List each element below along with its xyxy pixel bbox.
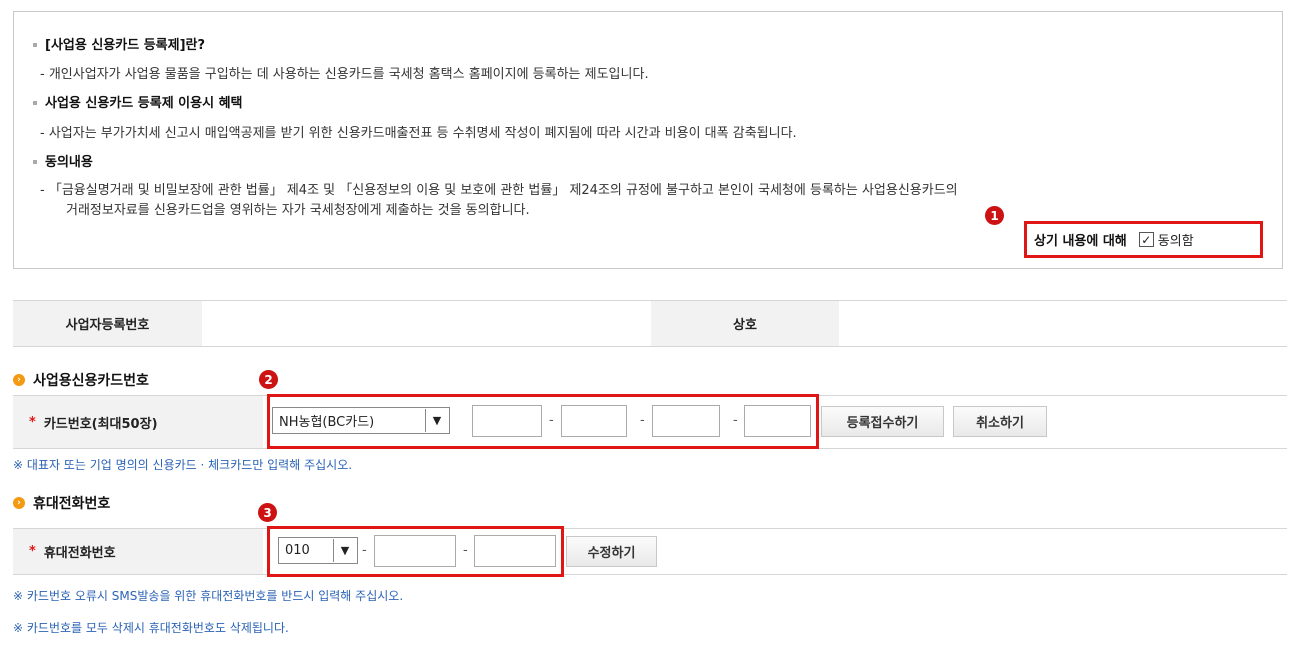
business-info-row: 사업자등록번호 상호 (13, 300, 1287, 347)
card-note: ※ 대표자 또는 기업 명의의 신용카드 · 체크카드만 입력해 주십시오. (13, 458, 353, 472)
card-dash-2: - (640, 413, 645, 428)
card-number-input-4[interactable] (744, 405, 811, 437)
card-number-input-3[interactable] (652, 405, 720, 437)
phone-note-2: ※ 카드번호를 모두 삭제시 휴대전화번호도 삭제됩니다. (13, 621, 289, 635)
card-number-label: * 카드번호(최대50장) (13, 396, 263, 448)
agree-check-label[interactable]: 동의함 (1158, 230, 1194, 249)
phone-dash-2: - (463, 543, 468, 558)
consent-text-line-1: - 「금융실명거래 및 비밀보장에 관한 법률」 제4조 및 「신용정보의 이용… (40, 183, 958, 198)
orange-circle-arrow-icon: › (13, 374, 25, 386)
card-dash-1: - (549, 413, 554, 428)
phone-label: * 휴대전화번호 (13, 529, 263, 574)
agree-checkbox[interactable]: ✓ (1138, 232, 1154, 247)
business-name-value (839, 301, 1287, 346)
phone-last-input[interactable] (474, 535, 556, 567)
step-badge-2: 2 (259, 370, 278, 389)
step-badge-3: 3 (258, 503, 277, 522)
chevron-down-icon: ▼ (425, 409, 448, 432)
card-company-select[interactable]: NH농협(BC카드) ▼ (272, 407, 450, 434)
phone-prefix-select[interactable]: 010 ▼ (278, 537, 358, 564)
chevron-down-icon: ▼ (333, 539, 356, 562)
intro-heading-1: [사업용 신용카드 등록제]란? (33, 34, 205, 53)
card-number-input-2[interactable] (561, 405, 627, 437)
intro-heading-2: 사업용 신용카드 등록제 이용시 혜택 (33, 92, 243, 111)
agree-label: 상기 내용에 대해 (1034, 234, 1127, 249)
card-number-input-1[interactable] (472, 405, 542, 437)
cancel-button[interactable]: 취소하기 (953, 406, 1047, 437)
check-icon: ✓ (1141, 232, 1152, 247)
phone-note-1: ※ 카드번호 오류시 SMS발송을 위한 휴대전화번호를 반드시 입력해 주십시… (13, 589, 404, 603)
step-badge-1: 1 (985, 206, 1004, 225)
intro-paragraph-2: - 사업자는 부가가치세 신고시 매입액공제를 받기 위한 신용카드매출전표 등… (40, 126, 797, 141)
business-name-label: 상호 (651, 301, 839, 346)
intro-paragraph-1: - 개인사업자가 사업용 물품을 구입하는 데 사용하는 신용카드를 국세청 홈… (40, 67, 649, 82)
edit-phone-button[interactable]: 수정하기 (566, 536, 657, 567)
consent-text-line-2: 거래정보자료를 신용카드업을 영위하는 자가 국세청장에게 제출하는 것을 동의… (66, 203, 530, 218)
regno-value (202, 301, 651, 346)
card-dash-3: - (733, 413, 738, 428)
phone-section-title: › 휴대전화번호 (13, 493, 110, 513)
card-section-title: › 사업용신용카드번호 (13, 370, 149, 390)
regno-label: 사업자등록번호 (13, 301, 202, 346)
agree-highlight: 상기 내용에 대해 ✓ 동의함 (1024, 221, 1263, 258)
phone-dash-1: - (362, 543, 367, 558)
orange-circle-arrow-icon: › (13, 497, 25, 509)
phone-mid-input[interactable] (374, 535, 456, 567)
register-button[interactable]: 등록접수하기 (821, 406, 944, 437)
intro-heading-3: 동의내용 (33, 151, 93, 170)
